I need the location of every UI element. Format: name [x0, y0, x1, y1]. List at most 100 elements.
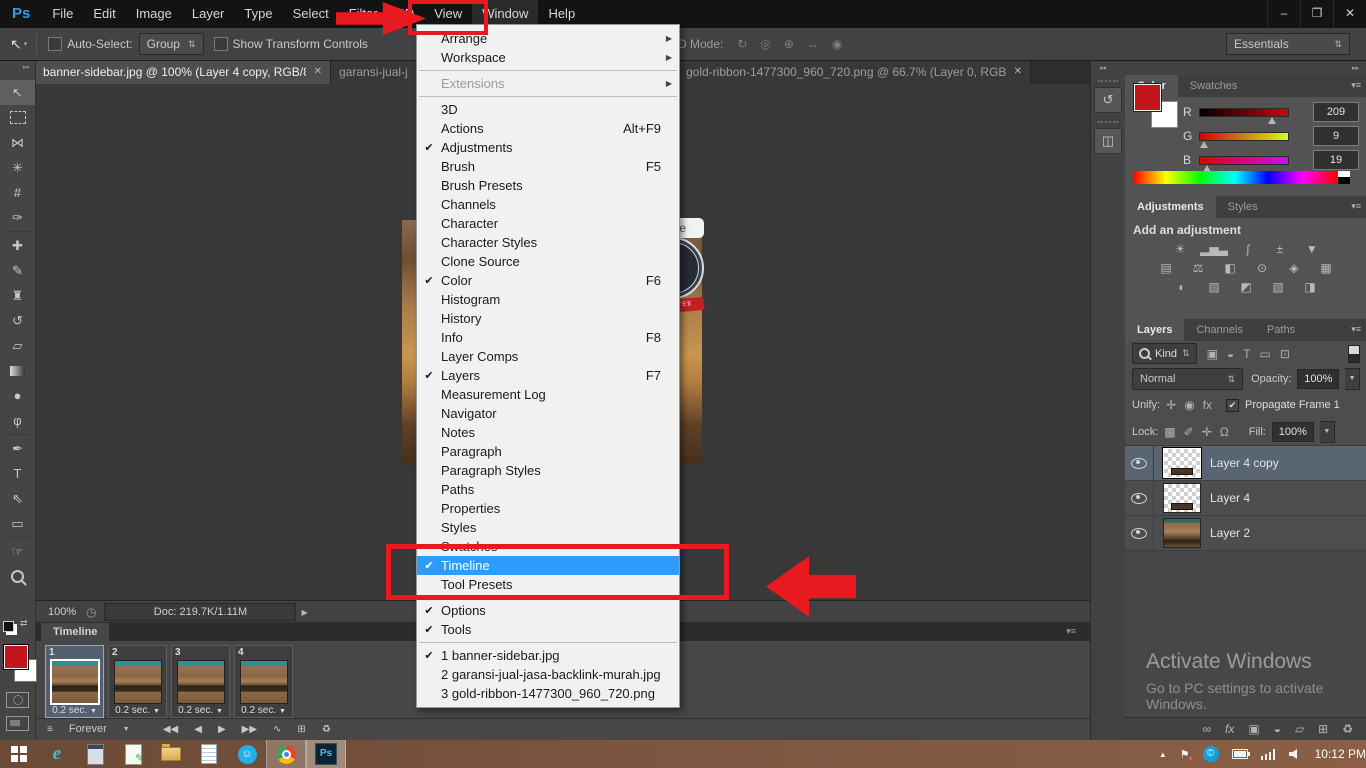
- window-menu-item-properties[interactable]: Properties: [417, 499, 679, 518]
- eyedropper-tool[interactable]: ✑: [0, 205, 35, 230]
- filter-shape-layers-icon[interactable]: ▭: [1260, 347, 1271, 361]
- type-tool[interactable]: T: [0, 461, 35, 486]
- timeline-tab[interactable]: Timeline: [41, 623, 110, 642]
- color-balance-icon[interactable]: ⚖: [1186, 259, 1210, 277]
- zoom-tool[interactable]: [0, 564, 35, 589]
- collapse-dock-icon[interactable]: ▸▸: [1352, 64, 1359, 72]
- visibility-toggle[interactable]: [1125, 446, 1154, 480]
- taskbar-photoshop[interactable]: [306, 740, 346, 768]
- loop-selector[interactable]: Forever ▼: [69, 723, 147, 735]
- tray-battery[interactable]: [1231, 749, 1250, 759]
- tray-hidden-icons[interactable]: ▲: [1159, 750, 1167, 759]
- clone-stamp-tool[interactable]: ♜: [0, 283, 35, 308]
- unify-visibility-icon[interactable]: ◉: [1184, 398, 1194, 412]
- window-menu-item-paragraph[interactable]: Paragraph: [417, 442, 679, 461]
- filter-smart-objects-icon[interactable]: ⊡: [1280, 347, 1290, 361]
- pen-tool[interactable]: ✒: [0, 436, 35, 461]
- black-white-icon[interactable]: ◧: [1218, 259, 1242, 277]
- window-menu-item-clone-source[interactable]: Clone Source: [417, 252, 679, 271]
- 3d-roll-icon[interactable]: ◎: [760, 37, 770, 51]
- tween-button[interactable]: ∿: [273, 724, 281, 735]
- channel-slider[interactable]: [1199, 131, 1289, 148]
- delete-layer-icon[interactable]: ♻: [1342, 722, 1353, 736]
- tool-preset-arrow-icon[interactable]: ▾: [24, 40, 28, 48]
- frame-duration[interactable]: 0.2 sec. ▼: [172, 705, 229, 716]
- timeline-frame[interactable]: 4 0.2 sec. ▼: [234, 645, 293, 718]
- layer-row[interactable]: Layer 4: [1125, 481, 1366, 516]
- layer-style-icon[interactable]: fx: [1225, 722, 1234, 736]
- window-menu-item-measurement-log[interactable]: Measurement Log: [417, 385, 679, 404]
- menubar-item-layer[interactable]: Layer: [182, 0, 235, 28]
- window-menu-item-notes[interactable]: Notes: [417, 423, 679, 442]
- channel-value[interactable]: 19: [1313, 150, 1359, 170]
- opacity-value[interactable]: 100%: [1297, 369, 1340, 389]
- panel-menu-icon[interactable]: ▾≡: [1066, 626, 1076, 637]
- panel-menu-icon[interactable]: ▾≡: [1351, 80, 1361, 91]
- window-menu-item-character-styles[interactable]: Character Styles: [417, 233, 679, 252]
- window-menu-item-3d[interactable]: 3D: [417, 100, 679, 119]
- tab-close-icon[interactable]: ✕: [1006, 60, 1022, 84]
- auto-select-scope-dropdown[interactable]: Group ⇅: [138, 33, 204, 55]
- window-menu-item-character[interactable]: Character: [417, 214, 679, 233]
- taskbar-internet-explorer[interactable]: [38, 740, 76, 768]
- propagate-checkbox[interactable]: ✔: [1226, 398, 1240, 412]
- dodge-tool[interactable]: φ: [0, 408, 35, 433]
- window-menu-item-actions[interactable]: Actions Alt+F9: [417, 119, 679, 138]
- window-menu-item-extensions[interactable]: Extensions ▶: [417, 74, 679, 93]
- default-colors-icon[interactable]: [3, 621, 14, 632]
- exposure-icon[interactable]: ±: [1268, 240, 1292, 258]
- tray-action-center[interactable]: ⚑: [1180, 748, 1194, 763]
- window-menu-item-histogram[interactable]: Histogram: [417, 290, 679, 309]
- foreground-color-swatch[interactable]: [4, 645, 28, 669]
- color-spectrum-bar[interactable]: [1133, 171, 1337, 184]
- selective-color-icon[interactable]: ▧: [1266, 278, 1290, 296]
- window-menu-item-1-banner-sidebar-jpg[interactable]: ✔ 1 banner-sidebar.jpg: [417, 646, 679, 665]
- screen-mode-button[interactable]: [6, 716, 29, 731]
- brush-tool[interactable]: ✎: [0, 258, 35, 283]
- next-frame-button[interactable]: ▶▶: [242, 724, 257, 735]
- window-menu-item-history[interactable]: History: [417, 309, 679, 328]
- taskbar-start[interactable]: [0, 740, 38, 768]
- timeline-frame[interactable]: 1 0.2 sec. ▼: [45, 645, 104, 718]
- lock-all-icon[interactable]: Ω: [1220, 425, 1229, 439]
- convert-to-video-timeline-button[interactable]: ≡: [47, 724, 53, 735]
- window-menu-item-adjustments[interactable]: ✔ Adjustments: [417, 138, 679, 157]
- add-layer-mask-icon[interactable]: ▣: [1248, 722, 1259, 736]
- workspace-switcher[interactable]: Essentials ⇅: [1226, 33, 1350, 55]
- window-menu-item-workspace[interactable]: Workspace ▶: [417, 48, 679, 67]
- taskbar-calculator[interactable]: [76, 740, 114, 768]
- new-group-icon[interactable]: ▱: [1295, 722, 1304, 736]
- menubar-item-file[interactable]: File: [42, 0, 83, 28]
- path-selection-tool[interactable]: ⇖: [0, 486, 35, 511]
- layer-row[interactable]: Layer 2: [1125, 516, 1366, 551]
- window-menu-item-options[interactable]: ✔ Options: [417, 601, 679, 620]
- gradient-tool[interactable]: [0, 358, 35, 383]
- taskbar-chrome[interactable]: [266, 740, 306, 768]
- window-close-button[interactable]: ✕: [1333, 0, 1366, 28]
- healing-brush-tool[interactable]: ✚: [0, 233, 35, 258]
- expand-dock-icon[interactable]: ◂◂: [1099, 64, 1106, 72]
- blur-tool[interactable]: ●: [0, 383, 35, 408]
- layer-thumbnail[interactable]: [1163, 448, 1201, 478]
- layer-thumbnail[interactable]: [1163, 518, 1201, 548]
- panel-menu-icon[interactable]: ▾≡: [1351, 324, 1361, 335]
- move-tool[interactable]: ↖: [0, 80, 35, 105]
- tab-close-icon[interactable]: ✕: [306, 60, 322, 84]
- color-lookup-icon[interactable]: ▦: [1314, 259, 1338, 277]
- crop-tool[interactable]: #: [0, 180, 35, 205]
- lasso-tool[interactable]: ⋈: [0, 130, 35, 155]
- frame-duration[interactable]: 0.2 sec. ▼: [109, 705, 166, 716]
- window-menu-item-color[interactable]: ✔ Color F6: [417, 271, 679, 290]
- gradient-map-icon[interactable]: ◨: [1298, 278, 1322, 296]
- vibrance-icon[interactable]: ▼: [1300, 240, 1324, 258]
- channel-mixer-icon[interactable]: ◈: [1282, 259, 1306, 277]
- taskbar-notepad[interactable]: [190, 740, 228, 768]
- filter-pixel-layers-icon[interactable]: ▣: [1207, 347, 1218, 361]
- channel-value[interactable]: 9: [1313, 126, 1359, 146]
- blend-mode-dropdown[interactable]: Normal ⇅: [1132, 368, 1244, 390]
- previous-frame-button[interactable]: ◀: [194, 724, 202, 735]
- slider-thumb-icon[interactable]: [1199, 140, 1208, 148]
- layer-row[interactable]: Layer 4 copy: [1125, 446, 1366, 481]
- window-menu-item-layers[interactable]: ✔ Layers F7: [417, 366, 679, 385]
- opacity-dropdown-icon[interactable]: ▼: [1345, 368, 1360, 390]
